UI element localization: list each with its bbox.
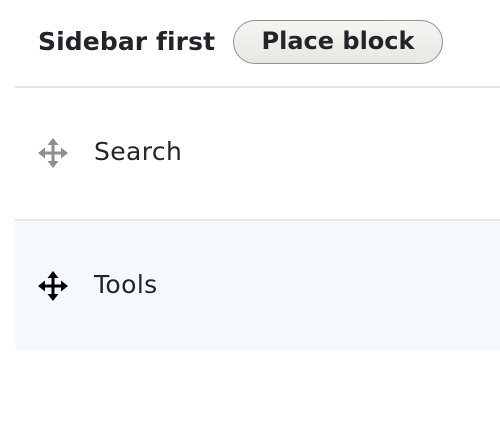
block-row-tools[interactable]: Tools [15, 221, 500, 350]
move-icon[interactable] [38, 138, 68, 168]
block-region-sidebar-first: Sidebar first Place block Search Tools [0, 0, 500, 441]
move-icon[interactable] [38, 271, 68, 301]
block-label: Search [94, 137, 183, 166]
region-header: Sidebar first Place block [0, 0, 500, 86]
block-row-search[interactable]: Search [15, 88, 500, 219]
region-title: Sidebar first [38, 27, 216, 56]
place-block-button[interactable]: Place block [233, 20, 443, 64]
block-label: Tools [94, 270, 158, 299]
